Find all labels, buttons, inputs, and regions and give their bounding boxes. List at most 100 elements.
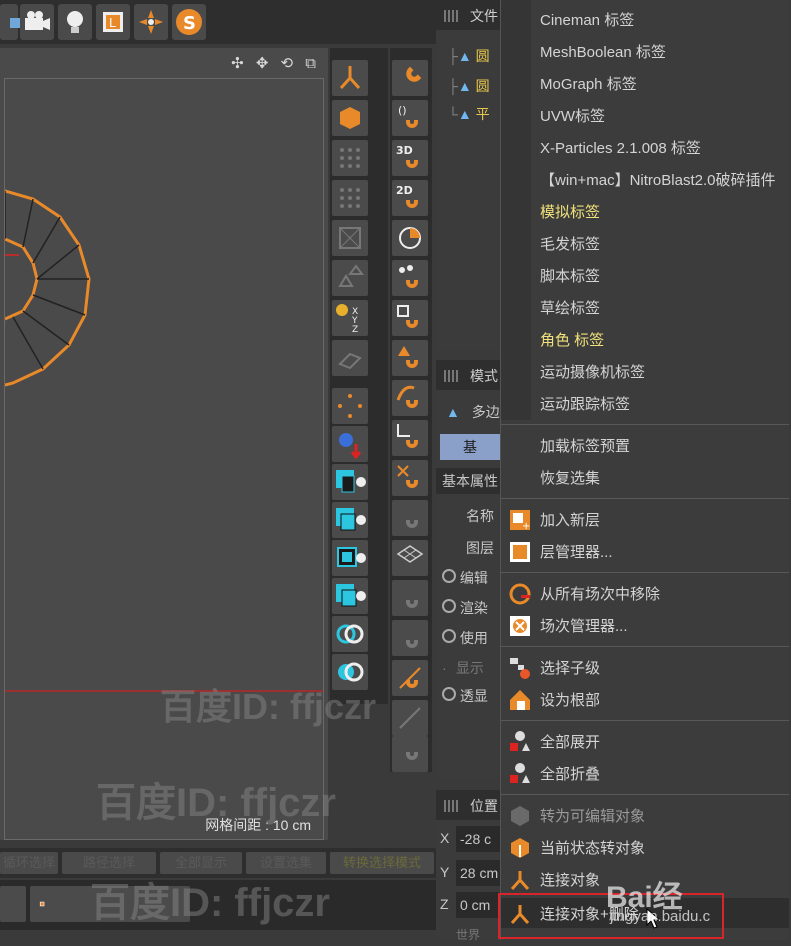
texture-box-icon[interactable] — [332, 220, 368, 256]
menu-item-motion-tracker-tag[interactable]: 运动跟踪标签 — [501, 388, 789, 418]
convert-selection-button[interactable]: 转换选择模式 — [330, 852, 434, 874]
menu-item-label: 草绘标签 — [540, 300, 601, 317]
grid-line-snap-icon[interactable] — [392, 620, 428, 656]
intersection-snap-icon[interactable] — [392, 460, 428, 496]
menu-item-set-as-root[interactable]: 设为根部 — [501, 684, 789, 714]
position-z-field[interactable]: 0 cm — [456, 892, 500, 918]
menu-item-label: 模拟标签 — [540, 204, 601, 221]
menu-item-expand-all[interactable]: 全部展开 — [501, 726, 789, 756]
tab-basic[interactable]: 基 — [440, 434, 500, 460]
axis-tool-icon[interactable] — [332, 340, 368, 376]
option-use[interactable]: 使用 — [442, 628, 488, 648]
loop-select-button[interactable]: 循环选择 — [0, 852, 58, 874]
section-basic-properties[interactable]: 基本属性 — [436, 468, 500, 494]
menu-item-collapse-all[interactable]: 全部折叠 — [501, 758, 789, 788]
auto-snap-icon[interactable]: () — [392, 100, 428, 136]
menu-item-remove-from-all-takes[interactable]: 从所有场次中移除 — [501, 578, 789, 608]
tool-button-1[interactable] — [0, 886, 26, 922]
menu-item-select-children[interactable]: 选择子级 — [501, 652, 789, 682]
object-row[interactable]: └▲ 平 — [448, 104, 490, 124]
boole-icon[interactable] — [332, 616, 368, 652]
guide-snap-icon[interactable] — [392, 580, 428, 616]
watermark-baidu-id: 百度ID: ffjczr — [90, 881, 330, 925]
menu-item-current-state-to-object[interactable]: 当前状态转对象 — [501, 832, 789, 862]
coordinate-system-dropdown[interactable]: 世界 — [456, 926, 480, 943]
option-xray[interactable]: 透显 — [442, 686, 488, 706]
menu-item-label: 【win+mac】NitroBlast2.0破碎插件 — [540, 172, 776, 189]
panel-grip[interactable] — [444, 370, 458, 382]
vertex-snap-icon[interactable] — [392, 260, 428, 296]
spline-snap-icon[interactable] — [392, 380, 428, 416]
menu-item-xparticles-tag[interactable]: X-Particles 2.1.008 标签 — [501, 132, 789, 162]
midpoint-snap-icon[interactable] — [392, 500, 428, 536]
menu-item-uvw-tag[interactable]: UVW标签 — [501, 100, 789, 130]
menu-item-make-editable[interactable]: 转为可编辑对象 — [501, 800, 789, 830]
perpendicular-snap-icon[interactable] — [392, 700, 428, 736]
option-display[interactable]: · 显示 — [442, 658, 484, 678]
menu-item-meshboolean-tag[interactable]: MeshBoolean 标签 — [501, 36, 789, 66]
dynamics-body-icon[interactable] — [332, 426, 368, 462]
point-snap-icon[interactable] — [332, 388, 368, 424]
array-grid-icon[interactable] — [332, 140, 368, 176]
polygon-snap-icon[interactable] — [392, 340, 428, 376]
option-render[interactable]: 渲染 — [442, 598, 488, 618]
light-bulb-icon[interactable] — [58, 4, 92, 40]
menu-item-take-manager[interactable]: 场次管理器... — [501, 610, 789, 640]
current-state-to-object-icon[interactable] — [332, 100, 368, 136]
object-row[interactable]: ├▲ 圆 — [448, 46, 490, 66]
subdivision-gear-icon[interactable] — [332, 540, 368, 576]
symmetry-gear-icon[interactable] — [332, 578, 368, 614]
reset-psr-icon[interactable]: XYZ — [332, 300, 368, 336]
menu-item-script-tag[interactable]: 脚本标签 — [501, 260, 789, 290]
grid-point-snap-icon[interactable] — [392, 736, 428, 772]
snap-magnet-icon[interactable] — [392, 60, 428, 96]
edge-snap-icon[interactable] — [392, 300, 428, 336]
panel-grip[interactable] — [444, 800, 458, 812]
menu-item-layer-manager[interactable]: 层管理器... — [501, 536, 789, 566]
camera-icon[interactable] — [20, 4, 54, 40]
snap-icon[interactable] — [134, 4, 168, 40]
coordinate-manager-panel: 位置 X -28 c Y 28 cm Z 0 cm 世界 — [436, 790, 500, 943]
axis-z-label: Z — [440, 896, 449, 912]
menu-separator — [501, 498, 789, 499]
fracture-gear-icon[interactable] — [332, 502, 368, 538]
radial-snap-icon[interactable] — [392, 220, 428, 256]
snap-3d-icon[interactable]: 3D — [392, 140, 428, 176]
menu-item-restore-selection[interactable]: 恢复选集 — [501, 462, 789, 492]
position-x-field[interactable]: -28 c — [456, 826, 500, 852]
menu-item-add-new-layer[interactable]: + 加入新层 — [501, 504, 789, 534]
axis-snap-icon[interactable] — [392, 420, 428, 456]
move-icon[interactable] — [0, 4, 24, 40]
menu-item-label: MeshBoolean 标签 — [540, 44, 666, 61]
option-label: 使用 — [459, 630, 488, 646]
cloner-gear-icon[interactable] — [332, 464, 368, 500]
snap-2d-icon[interactable]: 2D — [392, 180, 428, 216]
svg-text:+: + — [522, 521, 530, 532]
menu-item-hair-tag[interactable]: 毛发标签 — [501, 228, 789, 258]
file-menu[interactable]: 文件 — [470, 6, 498, 26]
viewport-nav-icons[interactable]: ✣ ✥ ⟲ ⧉ — [231, 54, 320, 72]
position-y-field[interactable]: 28 cm — [456, 860, 500, 886]
menu-item-nitroblast-tag[interactable]: 【win+mac】NitroBlast2.0破碎插件 — [501, 164, 789, 194]
remove-take-icon — [509, 583, 531, 605]
array-grid-2-icon[interactable] — [332, 180, 368, 216]
render-settings-icon[interactable]: L — [96, 4, 130, 40]
menu-item-mograph-tag[interactable]: MoGraph 标签 — [501, 68, 789, 98]
connect-objects-icon[interactable] — [332, 60, 368, 96]
workplane-grid-icon[interactable] — [392, 540, 428, 576]
mode-menu[interactable]: 模式 — [470, 366, 498, 386]
menu-separator — [501, 646, 789, 647]
object-row[interactable]: ├▲ 圆 — [448, 76, 490, 96]
menu-item-cineman-tag[interactable]: Cineman 标签 — [501, 4, 789, 34]
menu-item-sketch-tag[interactable]: 草绘标签 — [501, 292, 789, 322]
dynamic-guide-icon[interactable] — [392, 660, 428, 696]
menu-item-label: 全部展开 — [540, 734, 601, 751]
menu-item-load-tag-preset[interactable]: 加载标签预置 — [501, 430, 789, 460]
menu-item-motion-camera-tag[interactable]: 运动摄像机标签 — [501, 356, 789, 386]
align-icon[interactable] — [332, 260, 368, 296]
panel-grip[interactable] — [444, 10, 458, 22]
option-editor[interactable]: 编辑 — [442, 568, 488, 588]
sketch-s-icon[interactable]: S — [172, 4, 206, 40]
menu-item-character-tag[interactable]: 角色 标签 — [501, 324, 789, 354]
menu-item-simulation-tag[interactable]: 模拟标签 — [501, 196, 789, 226]
